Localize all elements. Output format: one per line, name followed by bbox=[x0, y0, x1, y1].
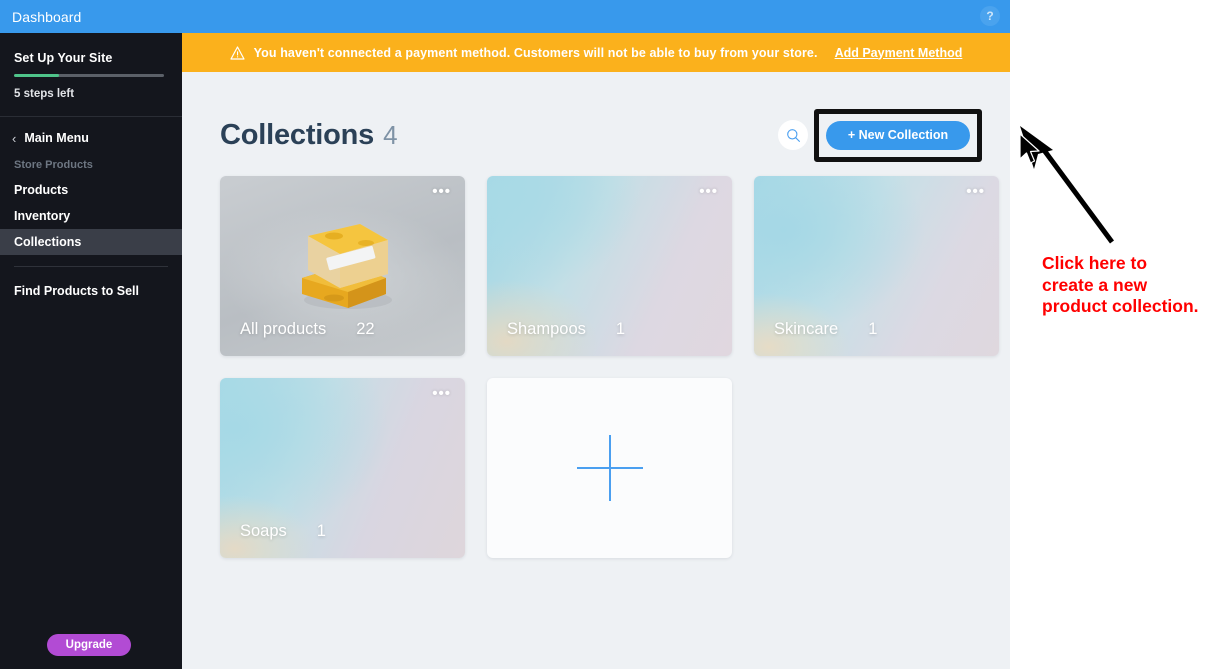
setup-site-panel[interactable]: Set Up Your Site 5 steps left bbox=[0, 33, 182, 116]
sidebar-item-label: Inventory bbox=[14, 209, 71, 223]
collection-item-count: 1 bbox=[615, 320, 626, 338]
setup-progress-fill bbox=[14, 74, 59, 77]
collection-name: All products bbox=[240, 320, 327, 338]
collection-name: Skincare bbox=[774, 320, 839, 338]
card-caption: Shampoos 1 bbox=[507, 320, 625, 339]
help-icon[interactable]: ? bbox=[980, 6, 1000, 26]
sidebar-item-collections[interactable]: Collections bbox=[0, 229, 182, 255]
search-icon[interactable] bbox=[778, 120, 808, 150]
collections-count: 4 bbox=[383, 119, 398, 150]
card-more-options-icon[interactable]: ••• bbox=[699, 184, 718, 199]
upgrade-button[interactable]: Upgrade bbox=[47, 634, 131, 656]
sidebar-main-menu-label: Main Menu bbox=[24, 131, 89, 145]
collection-card-all-products[interactable]: ••• All products 22 bbox=[220, 176, 465, 356]
card-caption: Skincare 1 bbox=[774, 320, 877, 339]
add-collection-card[interactable] bbox=[487, 378, 732, 558]
plus-icon bbox=[576, 435, 643, 501]
card-more-options-icon[interactable]: ••• bbox=[432, 184, 451, 199]
payment-method-banner: You haven't connected a payment method. … bbox=[182, 33, 1010, 72]
new-collection-button[interactable]: + New Collection bbox=[826, 120, 970, 150]
setup-site-title: Set Up Your Site bbox=[14, 51, 113, 65]
help-icon-glyph: ? bbox=[986, 9, 994, 23]
sidebar-item-find-products-to-sell[interactable]: Find Products to Sell bbox=[0, 278, 182, 304]
collection-card-skincare[interactable]: ••• Skincare 1 bbox=[754, 176, 999, 356]
page-title: Collections bbox=[220, 118, 375, 151]
collections-grid: ••• All products 22 ••• Shampoos 1 ••• S… bbox=[220, 176, 1010, 558]
main-content: You haven't connected a payment method. … bbox=[182, 33, 1010, 669]
card-caption: Soaps 1 bbox=[240, 522, 326, 541]
collection-item-count: 1 bbox=[868, 320, 878, 338]
sidebar-item-inventory[interactable]: Inventory bbox=[0, 203, 182, 229]
collection-item-count: 22 bbox=[356, 320, 375, 338]
collection-name: Soaps bbox=[240, 522, 287, 540]
collection-name: Shampoos bbox=[507, 320, 586, 338]
sidebar-item-label: Find Products to Sell bbox=[14, 284, 140, 298]
page-header-actions: + New Collection bbox=[778, 108, 982, 162]
collection-item-count: 1 bbox=[316, 522, 326, 540]
app-window: Dashboard ? Set Up Your Site 5 steps lef… bbox=[0, 0, 1010, 669]
warning-triangle-icon bbox=[230, 45, 245, 60]
setup-steps-left: 5 steps left bbox=[14, 88, 75, 100]
sidebar: Set Up Your Site 5 steps left ‹ Main Men… bbox=[0, 33, 182, 669]
sidebar-section-store-products: Store Products bbox=[14, 159, 93, 171]
collection-card-shampoos[interactable]: ••• Shampoos 1 bbox=[487, 176, 732, 356]
page-header: Collections 4 + New Collection bbox=[220, 104, 982, 166]
top-bar: Dashboard ? bbox=[0, 0, 1010, 33]
annotation-overlay: Click here to create a new product colle… bbox=[1010, 0, 1210, 669]
mouse-pointer-icon bbox=[1019, 133, 1040, 164]
card-more-options-icon[interactable]: ••• bbox=[432, 386, 451, 401]
card-more-options-icon[interactable]: ••• bbox=[966, 184, 985, 199]
new-collection-highlight-box: + New Collection bbox=[814, 108, 982, 162]
banner-message: You haven't connected a payment method. … bbox=[253, 45, 818, 60]
setup-progress-bar bbox=[14, 74, 164, 77]
sidebar-item-label: Products bbox=[14, 183, 69, 197]
sidebar-separator bbox=[14, 266, 168, 267]
sidebar-item-products[interactable]: Products bbox=[0, 177, 182, 203]
chevron-left-icon: ‹ bbox=[12, 130, 17, 146]
card-caption: All products 22 bbox=[240, 320, 375, 339]
collection-card-soaps[interactable]: ••• Soaps 1 bbox=[220, 378, 465, 558]
app-title: Dashboard bbox=[12, 8, 82, 25]
sidebar-item-label: Collections bbox=[14, 235, 82, 249]
add-payment-method-link[interactable]: Add Payment Method bbox=[835, 46, 963, 60]
sidebar-main-menu-back[interactable]: ‹ Main Menu bbox=[0, 117, 182, 157]
screenshot-root: Dashboard ? Set Up Your Site 5 steps lef… bbox=[0, 0, 1210, 669]
soap-bars-photo bbox=[302, 224, 392, 309]
annotation-text: Click here to create a new product colle… bbox=[1042, 253, 1199, 317]
